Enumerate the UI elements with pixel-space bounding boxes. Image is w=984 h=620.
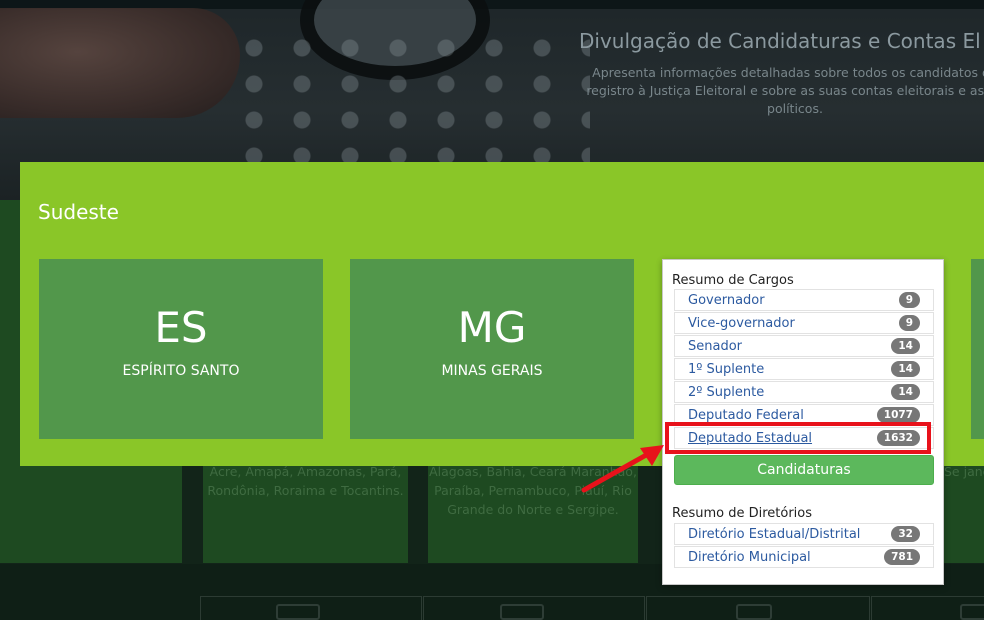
count-badge: 14: [891, 384, 920, 400]
document-icon: [500, 604, 544, 620]
cargo-row-1-suplente[interactable]: 1º Suplente 14: [674, 358, 934, 380]
cargo-label[interactable]: Senador: [688, 339, 742, 354]
highlight-box: [665, 422, 931, 454]
diretorios-heading: Resumo de Diretórios: [672, 506, 813, 521]
state-tile-es[interactable]: ES ESPÍRITO SANTO: [39, 259, 323, 439]
count-badge: 1077: [876, 407, 920, 423]
document-icon: [960, 604, 984, 620]
cargo-row-2-suplente[interactable]: 2º Suplente 14: [674, 381, 934, 403]
state-name: MINAS GERAIS: [441, 363, 543, 379]
count-badge: 9: [898, 315, 920, 331]
count-badge: 781: [884, 549, 920, 565]
state-code: ES: [154, 303, 208, 352]
cargo-label[interactable]: 2º Suplente: [688, 385, 764, 400]
state-tile-next[interactable]: [971, 259, 984, 439]
cargo-label[interactable]: Deputado Federal: [688, 408, 804, 423]
arrow-icon: [581, 445, 664, 493]
cargo-label[interactable]: 1º Suplente: [688, 362, 764, 377]
cargo-label[interactable]: Governador: [688, 293, 765, 308]
cargos-heading: Resumo de Cargos: [672, 273, 794, 288]
state-tile-mg[interactable]: MG MINAS GERAIS: [350, 259, 634, 439]
cargo-label[interactable]: Vice-governador: [688, 316, 795, 331]
diretorio-row-municipal[interactable]: Diretório Municipal 781: [674, 546, 934, 568]
count-badge: 14: [891, 338, 920, 354]
hero-hand-image: [0, 8, 240, 118]
document-icon: [276, 604, 320, 620]
region-norte-states: Acre, Amapá, Amazonas, Pará, Rondônia, R…: [207, 464, 404, 498]
hero-subtitle: Apresenta informações detalhadas sobre t…: [586, 65, 984, 116]
diretorio-label[interactable]: Diretório Municipal: [688, 550, 811, 565]
people-icons-pattern: [230, 30, 590, 170]
count-badge: 9: [898, 292, 920, 308]
state-code: MG: [457, 303, 527, 352]
state-name: ESPÍRITO SANTO: [122, 363, 240, 379]
newspaper-icon: [736, 604, 772, 620]
diretorio-row-estadual[interactable]: Diretório Estadual/Distrital 32: [674, 523, 934, 545]
diretorio-label[interactable]: Diretório Estadual/Distrital: [688, 527, 860, 542]
cargo-row-vice-governador[interactable]: Vice-governador 9: [674, 312, 934, 334]
candidaturas-button[interactable]: Candidaturas: [674, 455, 934, 485]
count-badge: 32: [891, 526, 920, 542]
hero-title: Divulgação de Candidaturas e Contas El: [579, 29, 981, 53]
region-title: Sudeste: [38, 200, 119, 224]
count-badge: 14: [891, 361, 920, 377]
cargo-row-governador[interactable]: Governador 9: [674, 289, 934, 311]
cargo-row-senador[interactable]: Senador 14: [674, 335, 934, 357]
